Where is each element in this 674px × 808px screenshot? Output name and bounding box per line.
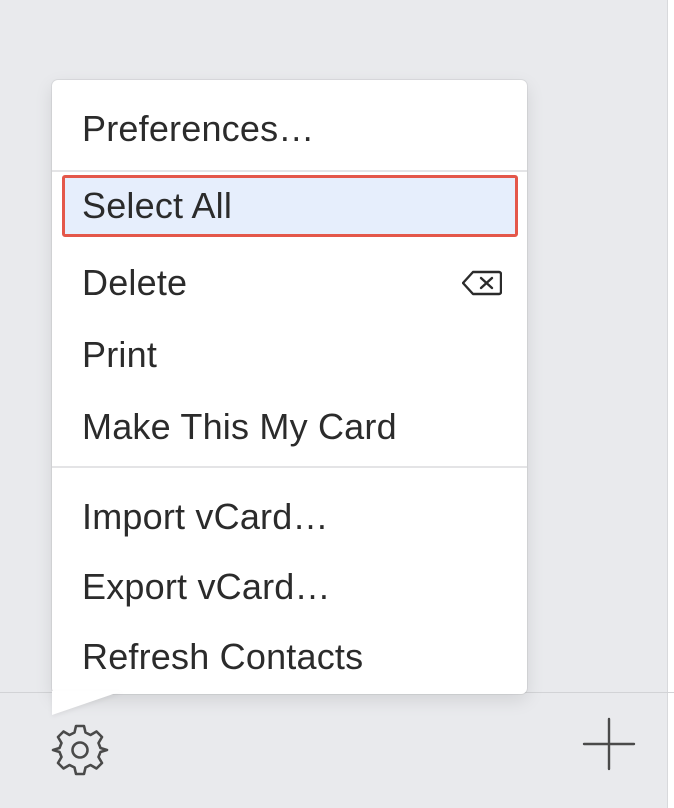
menu-item-label: Delete	[82, 262, 188, 303]
plus-icon[interactable]	[580, 715, 638, 773]
menu-item-label: Refresh Contacts	[82, 636, 364, 677]
menu-item-select-all[interactable]: Select All	[62, 175, 518, 237]
menu-item-label: Print	[82, 334, 158, 375]
detail-pane-edge	[668, 0, 674, 808]
menu-item-preferences[interactable]: Preferences…	[62, 98, 518, 160]
menu-item-export-vcard[interactable]: Export vCard…	[62, 556, 518, 618]
menu-item-label: Import vCard…	[82, 496, 329, 537]
menu-item-label: Preferences…	[82, 108, 315, 149]
menu-item-label: Make This My Card	[82, 406, 397, 447]
action-menu: Preferences… Select All Delete Print Mak…	[52, 80, 527, 694]
menu-separator	[52, 170, 527, 172]
menu-pointer	[52, 691, 122, 715]
menu-item-make-this-my-card[interactable]: Make This My Card	[62, 396, 518, 458]
menu-item-print[interactable]: Print	[62, 324, 518, 386]
menu-item-delete[interactable]: Delete	[62, 252, 518, 314]
menu-item-import-vcard[interactable]: Import vCard…	[62, 486, 518, 548]
delete-key-icon	[462, 270, 502, 296]
menu-item-refresh-contacts[interactable]: Refresh Contacts	[62, 626, 518, 688]
gear-icon[interactable]	[50, 720, 110, 780]
menu-item-label: Select All	[82, 185, 233, 226]
menu-separator	[52, 466, 527, 468]
menu-item-label: Export vCard…	[82, 566, 331, 607]
